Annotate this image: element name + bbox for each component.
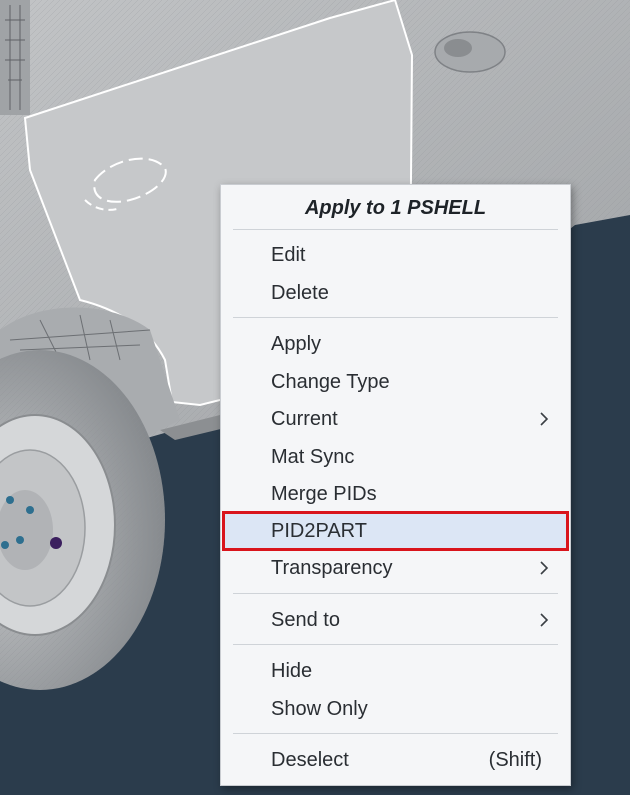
menu-separator — [233, 644, 558, 645]
menu-item-label: Hide — [271, 660, 313, 682]
menu-item-hide[interactable]: Hide — [225, 654, 566, 688]
menu-item-label: Transparency — [271, 557, 393, 579]
menu-item-label: Send to — [271, 609, 340, 631]
menu-item-edit[interactable]: Edit — [225, 238, 566, 272]
menu-item-label: Current — [271, 408, 338, 430]
menu-item-label: Deselect — [271, 749, 349, 771]
menu-separator — [233, 317, 558, 318]
menu-item-label: Apply — [271, 333, 322, 355]
menu-item-pid2part[interactable]: PID2PART — [222, 511, 569, 551]
context-menu: Apply to 1 PSHELL Edit Delete Apply Chan… — [220, 184, 571, 786]
menu-item-label: Show Only — [271, 698, 368, 720]
menu-item-label: PID2PART — [271, 520, 367, 542]
menu-item-label: Edit — [271, 244, 306, 266]
menu-item-show-only[interactable]: Show Only — [225, 692, 566, 726]
chevron-right-icon — [540, 561, 549, 575]
chevron-right-icon — [540, 613, 549, 627]
menu-separator — [233, 593, 558, 594]
menu-item-send-to[interactable]: Send to — [225, 603, 566, 637]
menu-item-current[interactable]: Current — [225, 402, 566, 436]
menu-item-deselect[interactable]: Deselect (Shift) — [225, 743, 566, 777]
shortcut-hint: (Shift) — [488, 749, 542, 771]
menu-item-delete[interactable]: Delete — [225, 276, 566, 310]
menu-item-label: Mat Sync — [271, 446, 355, 468]
menu-item-apply[interactable]: Apply — [225, 327, 566, 361]
menu-item-label: Merge PIDs — [271, 483, 377, 505]
menu-item-label: Delete — [271, 282, 329, 304]
menu-item-change-type[interactable]: Change Type — [225, 365, 566, 399]
menu-separator — [233, 733, 558, 734]
menu-item-mat-sync[interactable]: Mat Sync — [225, 440, 566, 474]
menu-separator — [233, 229, 558, 230]
menu-item-label: Change Type — [271, 371, 390, 393]
chevron-right-icon — [540, 412, 549, 426]
menu-item-transparency[interactable]: Transparency — [225, 551, 566, 585]
menu-header: Apply to 1 PSHELL — [304, 197, 487, 219]
menu-item-merge-pids[interactable]: Merge PIDs — [225, 477, 566, 511]
